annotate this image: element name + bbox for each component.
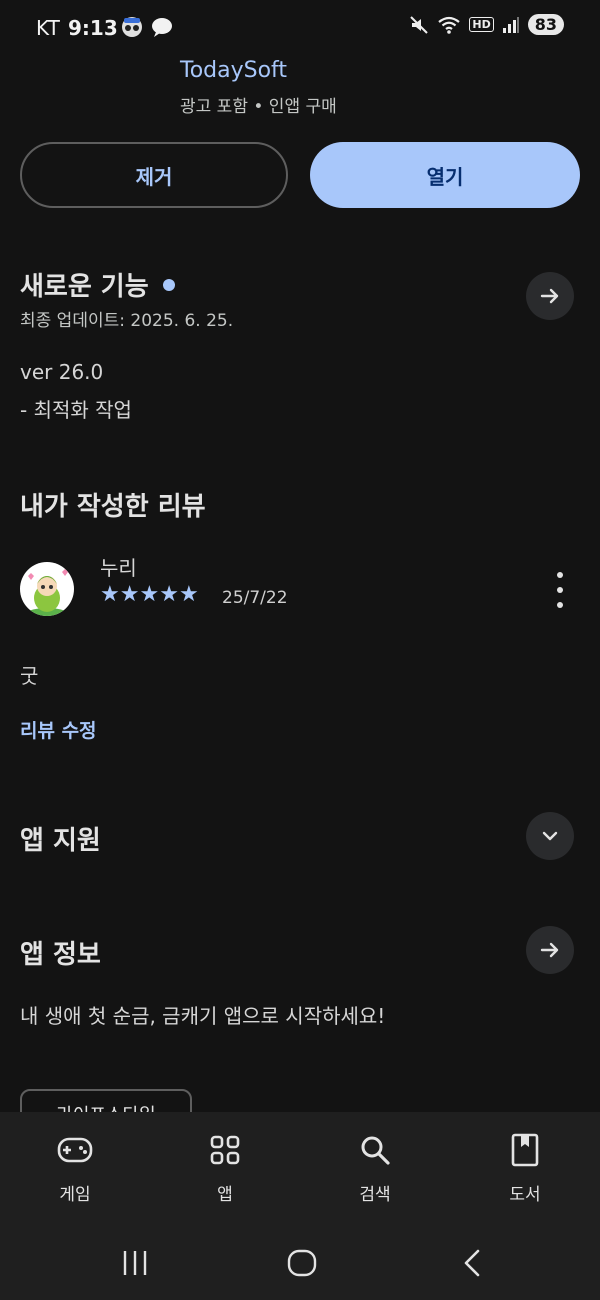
my-review-title: 내가 작성한 리뷰 <box>20 492 206 522</box>
nav-games-label: 게임 <box>59 1185 91 1205</box>
battery-indicator: 83 <box>527 14 564 35</box>
star-icon: ★ <box>119 582 140 607</box>
last-updated: 최종 업데이트: 2025. 6. 25. <box>20 311 234 331</box>
system-status-icons: HD 83 <box>409 14 564 35</box>
nav-books-label: 도서 <box>509 1185 541 1205</box>
whats-new-arrow-button[interactable] <box>526 272 574 320</box>
star-icon: ★ <box>139 582 160 607</box>
app-meta: 광고 포함 • 인앱 구매 <box>180 97 337 117</box>
nav-apps[interactable]: 앱 <box>170 1112 280 1222</box>
carrier-label: KT <box>36 16 60 40</box>
nav-apps-label: 앱 <box>217 1185 233 1205</box>
character-notification-icon <box>122 17 142 37</box>
nav-games[interactable]: 게임 <box>20 1112 130 1222</box>
status-bar: KT 9:13 HD 83 <box>0 0 600 58</box>
review-date: 25/7/22 <box>222 588 288 608</box>
recent-apps-icon[interactable] <box>120 1248 150 1278</box>
chat-bubble-icon <box>152 18 172 37</box>
star-icon: ★ <box>159 582 179 607</box>
signal-icon <box>502 16 519 33</box>
chevron-down-icon <box>542 831 558 841</box>
version-text: ver 26.0 <box>20 360 104 384</box>
arrow-right-icon <box>540 942 559 958</box>
star-icon: ★ <box>100 582 120 607</box>
new-dot-icon <box>162 278 175 291</box>
edit-review-link[interactable]: 리뷰 수정 <box>20 716 97 743</box>
gamepad-icon <box>57 1137 93 1163</box>
mute-icon <box>410 15 429 34</box>
hd-icon: HD <box>469 17 494 32</box>
nav-books[interactable]: 도서 <box>470 1112 580 1222</box>
wifi-icon <box>438 16 461 34</box>
review-author: 누리 <box>100 556 137 580</box>
app-info-title[interactable]: 앱 정보 <box>20 934 101 971</box>
notification-icons <box>120 15 176 39</box>
star-icon: ★ <box>178 582 199 607</box>
clock: 9:13 <box>68 16 118 40</box>
whats-new-header[interactable]: 새로운 기능 <box>20 266 175 303</box>
character-avatar-icon <box>23 569 71 616</box>
apps-grid-icon <box>210 1135 240 1165</box>
app-info-arrow-button[interactable] <box>526 926 574 974</box>
rating-stars: ★ ★ ★ ★ ★ <box>100 582 199 607</box>
system-navigation-bar <box>0 1230 600 1300</box>
nav-search-label: 검색 <box>359 1185 391 1205</box>
release-notes: - 최적화 작업 <box>20 398 132 422</box>
arrow-right-icon <box>540 288 559 304</box>
back-icon[interactable] <box>458 1248 488 1278</box>
bottom-navigation: 게임 앱 검색 도서 <box>0 1112 600 1230</box>
whats-new-title: 새로운 기능 <box>20 272 149 302</box>
app-support-title[interactable]: 앱 지원 <box>20 820 101 857</box>
open-button[interactable]: 열기 <box>310 142 580 208</box>
app-description: 내 생애 첫 순금, 금캐기 앱으로 시작하세요! <box>20 1004 386 1028</box>
review-text: 굿 <box>20 664 39 688</box>
book-icon <box>511 1133 539 1167</box>
search-icon <box>361 1136 390 1165</box>
nav-search[interactable]: 검색 <box>320 1112 430 1222</box>
uninstall-button[interactable]: 제거 <box>20 142 288 208</box>
home-icon[interactable] <box>287 1248 317 1278</box>
more-options-icon[interactable] <box>548 572 572 608</box>
app-support-expand-button[interactable] <box>526 812 574 860</box>
avatar <box>20 562 74 616</box>
developer-link[interactable]: TodaySoft <box>180 58 287 83</box>
